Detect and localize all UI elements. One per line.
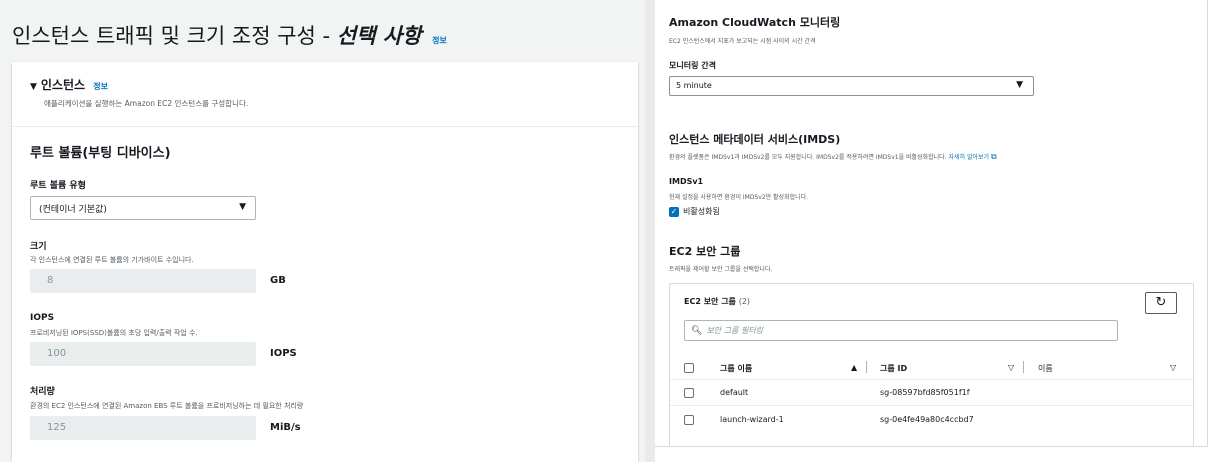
imdsv1-checkbox-row[interactable]: ✓ 비활성화됨 [669, 206, 720, 217]
caret-down-icon: ▼ [30, 82, 37, 92]
imdsv1-checkbox-label: 비활성화됨 [683, 207, 720, 216]
root-volume-type-select[interactable]: (컨테이너 기본값) ▼ [30, 196, 256, 220]
instances-section-title: ▼ 인스턴스 정보 [30, 76, 638, 93]
instances-desc: 애플리케이션을 실행하는 Amazon EC2 인스턴스를 구성합니다. [44, 99, 249, 108]
iops-unit: IOPS [270, 348, 297, 359]
sort-icon[interactable]: ▽ [1008, 363, 1014, 372]
caret-down-icon: ▼ [1016, 80, 1023, 90]
sg-filter-input[interactable]: 🔍︎ 보안 그룹 필터링 [684, 320, 1118, 341]
instances-card-header[interactable]: ▼ 인스턴스 정보 애플리케이션을 실행하는 Amazon EC2 인스턴스를 구… [12, 62, 638, 127]
row-divider [670, 379, 1193, 380]
iops-label: IOPS [30, 313, 55, 323]
table-row-id: sg-08597bfd85f051f1f [880, 388, 970, 397]
sort-icon[interactable]: ▽ [1170, 363, 1176, 372]
security-group-desc: 트래픽을 제어할 보안 그룹을 선택합니다. [669, 266, 773, 273]
external-link-icon: ⧉ [991, 152, 997, 161]
sg-filter-placeholder: 보안 그룹 필터링 [706, 326, 764, 335]
col-group-id[interactable]: 그룹 ID [880, 363, 907, 374]
security-group-table: EC2 보안 그룹 (2) ↻ 🔍︎ 보안 그룹 필터링 그룹 이름 ▲ 그룹 I… [669, 283, 1194, 447]
cloudwatch-title: Amazon CloudWatch 모니터링 [669, 16, 841, 29]
page-title-text: 인스턴스 트래픽 및 크기 조정 구성 - [12, 24, 331, 48]
right-pane: Amazon CloudWatch 모니터링 EC2 인스턴스에서 지표가 보고… [655, 0, 1208, 447]
table-row-id: sg-0e4fe49a80c4ccbd7 [880, 415, 974, 424]
size-unit: GB [270, 275, 286, 286]
throughput-input[interactable]: 125 [30, 416, 256, 440]
root-volume-type-label: 루트 볼륨 유형 [30, 181, 86, 191]
column-divider [1023, 361, 1024, 373]
throughput-unit: MiB/s [270, 422, 301, 433]
section-title-text: 인스턴스 [40, 78, 86, 92]
refresh-icon: ↻ [1155, 295, 1167, 310]
cloudwatch-desc: EC2 인스턴스에서 지표가 보고되는 시점 사이의 시간 간격 [669, 38, 816, 45]
root-volume-heading: 루트 볼륨(부팅 디바이스) [30, 146, 171, 161]
row-checkbox[interactable] [684, 388, 694, 398]
row-divider [670, 405, 1193, 406]
interval-label: 모니터링 간격 [669, 61, 716, 70]
sg-table-title: EC2 보안 그룹 (2) [684, 296, 750, 307]
table-row-name: launch-wizard-1 [720, 415, 784, 424]
sg-count: (2) [738, 297, 751, 306]
imds-title: 인스턴스 메타데이터 서비스(IMDS) [669, 133, 841, 146]
page-title: 인스턴스 트래픽 및 크기 조정 구성 - 선택 사항 정보 [12, 20, 447, 50]
imdsv1-label: IMDSv1 [669, 177, 704, 186]
iops-desc: 프로비저닝된 IOPS(SSD)볼륨의 초당 입력/출력 작업 수. [30, 329, 198, 337]
refresh-button[interactable]: ↻ [1145, 292, 1177, 314]
info-link[interactable]: 정보 [432, 36, 447, 45]
checkbox-checked-icon[interactable]: ✓ [669, 206, 679, 217]
size-label: 크기 [30, 242, 47, 252]
sg-table-title-text: EC2 보안 그룹 [684, 297, 736, 306]
page-title-emphasis: 선택 사항 [336, 24, 422, 48]
left-pane: 인스턴스 트래픽 및 크기 조정 구성 - 선택 사항 정보 ▼ 인스턴스 정보 … [0, 0, 645, 462]
col-name[interactable]: 이름 [1038, 363, 1053, 374]
root-volume-type-value: (컨테이너 기본값) [39, 205, 107, 215]
instances-info-link[interactable]: 정보 [93, 82, 108, 91]
col-group-name[interactable]: 그룹 이름 [720, 363, 752, 374]
sort-ascending-icon[interactable]: ▲ [851, 363, 857, 372]
imds-desc-text: 환경의 플랫폼은 IMDSv1과 IMDSv2를 모두 지원합니다. IMDSv… [669, 154, 947, 161]
row-checkbox[interactable] [684, 415, 694, 425]
security-group-heading: EC2 보안 그룹 [669, 245, 741, 258]
pane-divider [645, 0, 655, 462]
table-row-name: default [720, 388, 749, 397]
size-input[interactable]: 8 [30, 269, 256, 293]
imdsv1-desc: 현재 설정을 사용하면 환경이 IMDSv2만 활성화합니다. [669, 194, 809, 201]
learn-more-link[interactable]: 자세히 알아보기 [948, 154, 989, 161]
throughput-desc: 환경의 EC2 인스턴스에 연결된 Amazon EBS 루트 볼륨을 프로비저… [30, 402, 304, 410]
interval-value: 5 minute [676, 81, 712, 90]
search-icon: 🔍︎ [691, 326, 703, 336]
iops-input[interactable]: 100 [30, 342, 256, 366]
select-all-checkbox[interactable] [684, 363, 694, 373]
size-desc: 각 인스턴스에 연결된 루트 볼륨의 기가바이트 수입니다. [30, 256, 194, 264]
caret-down-icon: ▼ [239, 202, 246, 212]
column-divider [866, 361, 867, 373]
throughput-label: 처리량 [30, 387, 55, 397]
interval-select[interactable]: 5 minute ▼ [669, 76, 1034, 96]
imds-desc: 환경의 플랫폼은 IMDSv1과 IMDSv2를 모두 지원합니다. IMDSv… [669, 152, 997, 162]
instances-card: ▼ 인스턴스 정보 애플리케이션을 실행하는 Amazon EC2 인스턴스를 구… [12, 62, 638, 462]
